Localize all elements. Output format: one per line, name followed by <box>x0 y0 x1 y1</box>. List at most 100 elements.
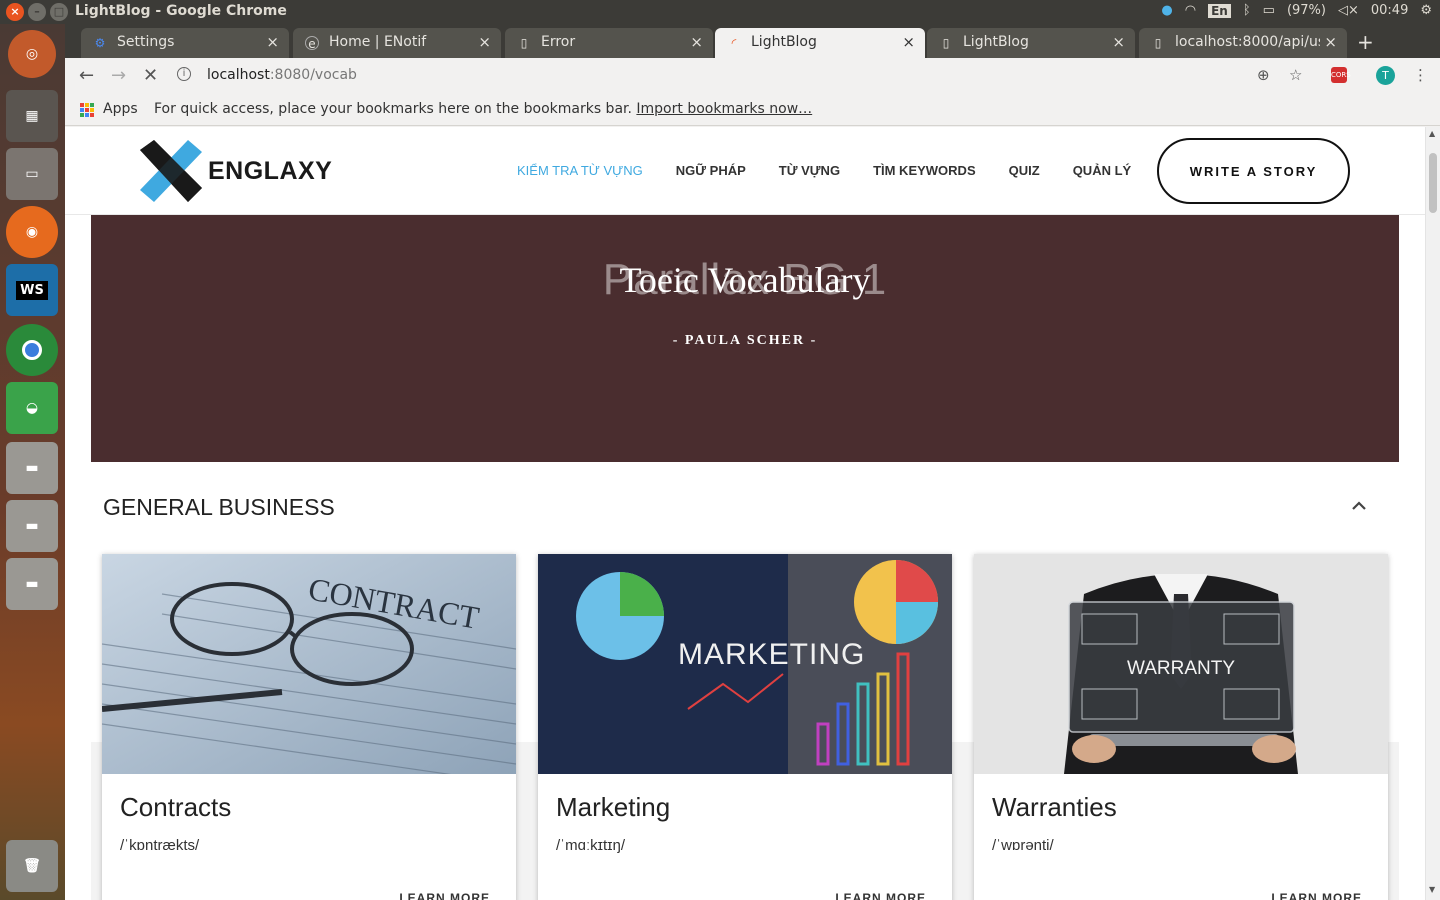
nav-vocab-test[interactable]: KIỂM TRA TỪ VỰNG <box>517 163 643 178</box>
chevron-up-icon[interactable] <box>1347 494 1371 518</box>
site-header: ENGLAXY KIỂM TRA TỪ VỰNG NGỮ PHÁP TỪ VỰN… <box>65 127 1425 215</box>
close-icon[interactable]: × <box>478 33 491 51</box>
scroll-up-arrow-icon[interactable]: ▲ <box>1429 129 1435 138</box>
forward-arrow-icon[interactable]: → <box>111 65 126 86</box>
skype-icon[interactable]: ● <box>1161 3 1172 18</box>
section-title: GENERAL BUSINESS <box>103 494 335 520</box>
learn-more-link[interactable]: LEARN MORE <box>399 891 490 900</box>
turtle-app-icon[interactable]: ◒ <box>6 382 58 434</box>
disk-drive-icon[interactable]: ▬ <box>6 442 58 494</box>
tab-lightblog[interactable]: ▯ LightBlog × <box>927 28 1135 58</box>
stop-loading-icon[interactable]: ✕ <box>143 65 158 86</box>
hero-title: Toeic Vocabulary <box>619 260 871 300</box>
url-host: localhost <box>207 67 270 83</box>
close-icon[interactable]: × <box>1112 33 1125 51</box>
profile-avatar-icon[interactable]: T <box>1376 66 1395 85</box>
tab-label: localhost:8000/api/us <box>1175 34 1320 50</box>
battery-icon[interactable]: ▭ <box>1263 3 1275 18</box>
workspace-switcher-icon[interactable]: ▦ <box>6 90 58 142</box>
tab-settings[interactable]: ⚙ Settings × <box>81 28 289 58</box>
battery-percent: (97%) <box>1286 3 1326 18</box>
warranty-image-text: WARRANTY <box>1127 658 1235 679</box>
ubuntu-dash-icon[interactable]: ◎ <box>8 30 56 78</box>
card-word: Marketing <box>556 792 671 822</box>
write-a-story-button[interactable]: WRITE A STORY <box>1157 138 1350 204</box>
keyboard-language[interactable]: En <box>1208 3 1231 18</box>
close-window-icon[interactable]: × <box>6 3 24 21</box>
minimize-window-icon[interactable]: – <box>28 3 46 21</box>
marketing-image-text: MARKETING <box>678 638 865 671</box>
site-e-icon: e <box>305 36 319 51</box>
firefox-icon[interactable]: ◉ <box>6 206 58 258</box>
page-scrollbar[interactable]: ▲ ▼ <box>1425 127 1440 900</box>
disk-drive-icon[interactable]: ▬ <box>6 558 58 610</box>
close-icon[interactable]: × <box>690 33 703 51</box>
wifi-icon[interactable]: ◠ <box>1185 3 1196 18</box>
contract-photo: CONTRACT <box>102 554 516 774</box>
zoom-icon[interactable]: ⊕ <box>1257 66 1270 84</box>
window-title: LightBlog - Google Chrome <box>75 3 287 19</box>
info-icon[interactable]: i <box>177 67 191 81</box>
englaxy-x-logo-icon <box>140 140 202 202</box>
warranty-photo: WARRANTY <box>974 554 1388 774</box>
close-icon[interactable]: × <box>266 33 279 51</box>
disk-drive-icon[interactable]: ▬ <box>6 500 58 552</box>
nav-manage[interactable]: QUẢN LÝ <box>1073 163 1132 178</box>
tab-enotif[interactable]: e Home | ENotif × <box>293 28 501 58</box>
address-bar[interactable]: i localhost:8080/vocab <box>173 62 1273 90</box>
menu-dots-icon[interactable]: ⋮ <box>1413 66 1428 84</box>
learn-more-link[interactable]: LEARN MORE <box>835 891 926 900</box>
browser-toolbar: ← → ✕ i localhost:8080/vocab ⊕ ☆ CORS T … <box>65 58 1440 94</box>
volume-muted-icon[interactable]: ◁× <box>1338 3 1359 18</box>
page-icon: ▯ <box>1154 36 1162 50</box>
section-header: GENERAL BUSINESS <box>91 472 1399 542</box>
tab-localhost-api[interactable]: ▯ localhost:8000/api/us × <box>1139 28 1347 58</box>
page-icon: ▯ <box>520 36 528 50</box>
new-tab-icon[interactable]: + <box>1357 30 1374 54</box>
bookmarks-hint: For quick access, place your bookmarks h… <box>154 101 812 117</box>
card-ipa: /ˈmɑːkɪtɪŋ/ <box>556 837 626 854</box>
vocab-section: GENERAL BUSINESS CONTRACT Contracts /ˈkɒ… <box>91 472 1399 900</box>
apps-link[interactable]: Apps <box>103 101 138 117</box>
hero-author: - PAULA SCHER - <box>672 333 818 348</box>
scroll-down-arrow-icon[interactable]: ▼ <box>1429 885 1435 894</box>
close-icon[interactable]: × <box>902 33 915 51</box>
chrome-icon[interactable] <box>6 324 58 376</box>
scrollbar-thumb[interactable] <box>1429 153 1437 213</box>
settings-gear-icon[interactable]: ⚙ <box>1420 3 1432 18</box>
bookmark-star-icon[interactable]: ☆ <box>1289 66 1302 84</box>
url-text[interactable]: localhost:8080/vocab <box>207 67 357 83</box>
nav-quiz[interactable]: QUIZ <box>1009 163 1040 178</box>
nav-vocabulary[interactable]: TỪ VỰNG <box>779 163 840 178</box>
webstorm-icon[interactable]: WS <box>6 264 58 316</box>
tab-label: Error <box>541 34 576 50</box>
tab-error[interactable]: ▯ Error × <box>505 28 713 58</box>
import-bookmarks-link[interactable]: Import bookmarks now… <box>636 101 812 117</box>
close-icon[interactable]: × <box>1324 33 1337 51</box>
tab-label: LightBlog <box>751 34 817 50</box>
maximize-window-icon[interactable]: □ <box>50 3 68 21</box>
apps-grid-icon[interactable] <box>80 103 94 117</box>
learn-more-link[interactable]: LEARN MORE <box>1271 891 1362 900</box>
marketing-photo: MARKETING <box>538 554 952 774</box>
hero-banner: Parallax BG 1 Toeic Vocabulary - PAULA S… <box>91 215 1399 462</box>
os-top-bar: × – □ LightBlog - Google Chrome ● ◠ En ᛒ… <box>0 0 1440 24</box>
nav-grammar[interactable]: NGỮ PHÁP <box>676 163 746 178</box>
file-manager-icon[interactable]: ▭ <box>6 148 58 200</box>
trash-icon[interactable]: 🗑 <box>6 840 58 892</box>
vocab-card-warranties[interactable]: WARRANTY Warranties /ˈwɒrənti/ LEARN MOR… <box>974 554 1388 900</box>
site-logo[interactable]: ENGLAXY <box>140 140 332 202</box>
back-arrow-icon[interactable]: ← <box>79 65 94 86</box>
bluetooth-icon[interactable]: ᛒ <box>1243 3 1251 18</box>
vocab-card-marketing[interactable]: MARKETING Marketing /ˈmɑːkɪtɪŋ/ LEARN MO… <box>538 554 952 900</box>
unity-launcher: ◎ ▦ ▭ ◉ WS ◒ ▬ ▬ ▬ 🗑 <box>0 24 65 900</box>
clock[interactable]: 00:49 <box>1371 3 1408 18</box>
tab-label: LightBlog <box>963 34 1029 50</box>
tab-lightblog-active[interactable]: ◜ LightBlog × <box>715 28 925 58</box>
nav-find-keywords[interactable]: TÌM KEYWORDS <box>873 163 976 178</box>
card-word: Contracts <box>120 792 232 822</box>
vocab-card-contracts[interactable]: CONTRACT Contracts /ˈkɒntrækts/ LEARN MO… <box>102 554 516 900</box>
tab-label: Home | ENotif <box>329 34 427 50</box>
cors-extension-icon[interactable]: CORS <box>1331 67 1351 83</box>
system-tray: ● ◠ En ᛒ ▭ (97%) ◁× 00:49 ⚙ <box>1161 3 1432 18</box>
